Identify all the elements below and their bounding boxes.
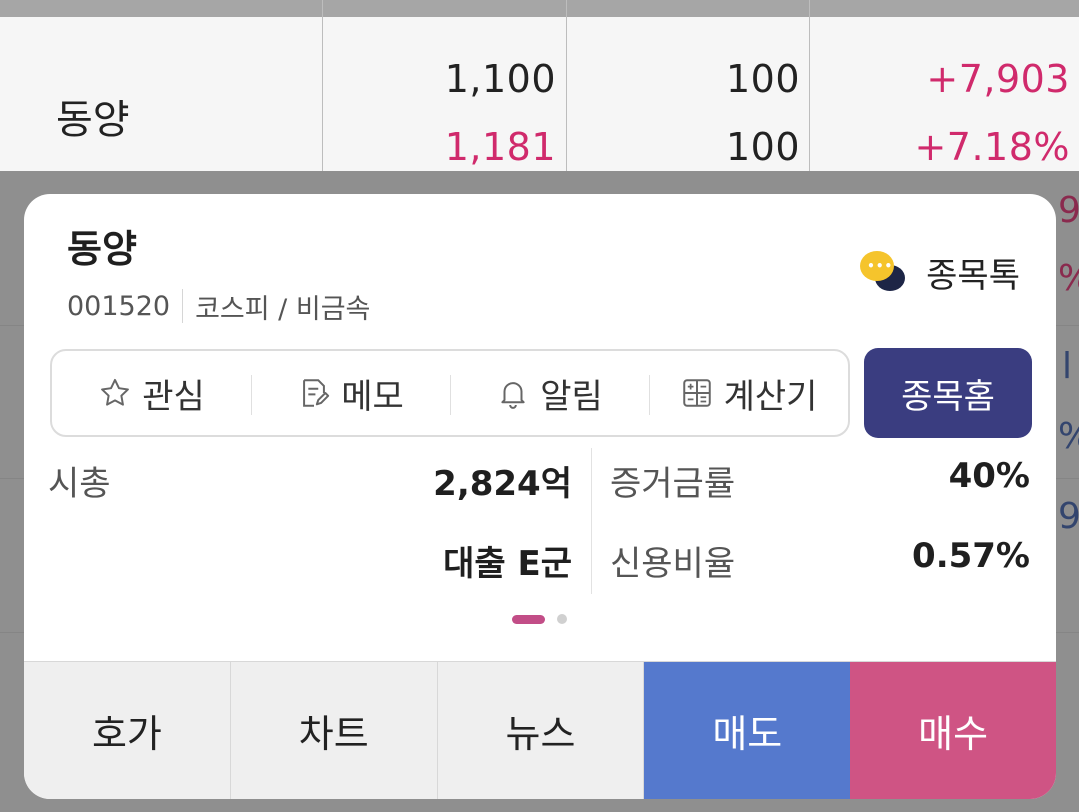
stock-quick-popup: 동양 001520 코스피 / 비금속 ••• 종목톡 관심 메모 알림 계산기… (24, 194, 1056, 799)
market-cap-label: 시총 (48, 464, 111, 504)
market-sector: 코스피 / 비금속 (195, 293, 371, 325)
alert-label: 알림 (540, 376, 603, 417)
bell-icon (501, 382, 525, 409)
page-indicator (512, 614, 567, 624)
list-column-divider (809, 0, 810, 171)
stock-meta: 001520 코스피 / 비금속 (67, 288, 371, 325)
list-change-pct: +7.18% (914, 125, 1070, 169)
star-icon (101, 378, 130, 406)
action-toolbar: 관심 메모 알림 계산기 (50, 349, 850, 437)
alert-button[interactable]: 알림 (450, 351, 649, 435)
list-peek-text: l (1062, 346, 1073, 387)
list-peek-text: % (1058, 258, 1079, 299)
memo-icon (303, 379, 330, 407)
list-qty-2: 100 (725, 125, 800, 169)
list-peek-text: 9 (1058, 496, 1079, 537)
calculator-icon (682, 379, 711, 407)
memo-button[interactable]: 메모 (251, 351, 450, 435)
watchlist-button[interactable]: 관심 (52, 351, 251, 435)
stock-list-row[interactable]: 동양 1,100 1,181 100 100 +7,903 +7.18% (0, 17, 1079, 171)
list-stock-name: 동양 (56, 97, 130, 143)
chat-bubbles-icon: ••• (860, 249, 910, 297)
page-dot (557, 614, 567, 624)
chart-tab[interactable]: 차트 (230, 662, 438, 799)
list-price: 1,100 (444, 57, 556, 101)
list-column-divider (566, 0, 567, 171)
credit-ratio-value: 0.57% (912, 536, 1030, 576)
list-top-strip (0, 0, 1079, 17)
list-qty-1: 100 (725, 57, 800, 101)
stock-code: 001520 (67, 290, 171, 322)
list-column-divider (322, 0, 323, 171)
margin-rate-label: 증거금률 (610, 464, 736, 504)
list-peek-text: 9 (1058, 190, 1079, 231)
stock-info-grid: 시총 2,824억 대출 E군 증거금률 40% 신용비율 0.57% (24, 446, 1056, 596)
news-tab[interactable]: 뉴스 (437, 662, 645, 799)
loan-grade-value: 대출 E군 (443, 544, 572, 584)
memo-label: 메모 (341, 376, 404, 417)
margin-rate-value: 40% (948, 456, 1030, 496)
meta-divider (182, 289, 184, 323)
stock-talk-button[interactable]: ••• 종목톡 (860, 248, 1020, 297)
orderbook-tab[interactable]: 호가 (24, 662, 231, 799)
page-dot-active (512, 614, 545, 624)
calculator-button[interactable]: 계산기 (649, 351, 848, 435)
credit-ratio-label: 신용비율 (610, 544, 736, 584)
popup-stock-name: 동양 (67, 227, 137, 271)
list-change-value: +7,903 (926, 57, 1070, 101)
bottom-action-bar: 호가 차트 뉴스 매도 매수 (24, 661, 1056, 799)
calculator-label: 계산기 (723, 376, 818, 417)
stock-home-button[interactable]: 종목홈 (864, 348, 1032, 438)
buy-button[interactable]: 매수 (850, 662, 1056, 799)
list-peek-text: % (1058, 416, 1079, 457)
sell-button[interactable]: 매도 (644, 662, 851, 799)
watchlist-label: 관심 (142, 376, 205, 417)
list-expected-price: 1,181 (444, 125, 556, 169)
stock-talk-label: 종목톡 (926, 256, 1020, 296)
info-divider (591, 448, 592, 594)
market-cap-value: 2,824억 (433, 464, 572, 504)
